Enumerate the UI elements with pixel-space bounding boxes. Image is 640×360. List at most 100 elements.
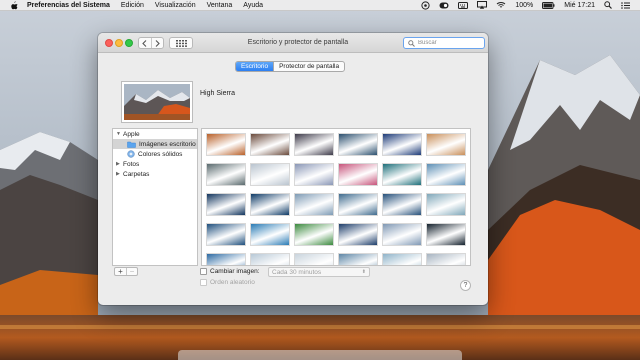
add-folder-button[interactable]: + — [115, 267, 126, 275]
chevron-right-icon — [155, 39, 160, 47]
color-wheel-icon — [127, 150, 135, 158]
siri-icon[interactable] — [421, 0, 430, 10]
title-bar[interactable]: Escritorio y protector de pantalla — [98, 33, 488, 53]
eye-icon[interactable] — [439, 2, 449, 9]
chevron-left-icon — [142, 39, 147, 47]
source-imagenes-label: Imágenes escritorio — [139, 140, 196, 148]
source-fotos-label: Fotos — [123, 160, 140, 168]
airplay-icon[interactable] — [477, 1, 488, 9]
search-input[interactable] — [418, 40, 480, 46]
wallpaper-thumbnail[interactable] — [294, 163, 334, 186]
interval-select[interactable]: Cada 30 minutos ⬍ — [268, 267, 370, 277]
apple-menu-icon[interactable] — [10, 0, 19, 10]
menu-app-name[interactable]: Preferencias del Sistema — [27, 2, 110, 9]
wallpaper-thumbnail[interactable] — [206, 193, 246, 216]
menu-edicion[interactable]: Edición — [121, 2, 144, 9]
keyboard-icon[interactable] — [458, 1, 469, 9]
help-button[interactable]: ? — [460, 280, 471, 291]
source-fotos[interactable]: ▶ Fotos — [113, 159, 197, 169]
wallpaper-thumbnail[interactable] — [250, 163, 290, 186]
wallpaper-thumbnail[interactable] — [382, 253, 422, 265]
wallpaper-thumbnail[interactable] — [426, 253, 466, 265]
wallpaper-thumbnail[interactable] — [382, 223, 422, 246]
wallpaper-thumbnail[interactable] — [426, 163, 466, 186]
wifi-icon[interactable] — [496, 1, 506, 9]
menu-visualizacion[interactable]: Visualización — [155, 2, 196, 9]
zoom-button[interactable] — [125, 39, 133, 47]
wallpaper-thumbnail[interactable] — [426, 193, 466, 216]
disclosure-closed-icon[interactable]: ▶ — [116, 171, 123, 177]
change-picture-label: Cambiar imagen: — [210, 268, 260, 275]
preferences-window: Escritorio y protector de pantalla Escri… — [98, 33, 488, 305]
menu-ventana[interactable]: Ventana — [207, 2, 233, 9]
grid-icon — [175, 39, 187, 47]
close-button[interactable] — [105, 39, 113, 47]
disclosure-open-icon[interactable]: ▼ — [116, 131, 123, 137]
minimize-button[interactable] — [115, 39, 123, 47]
clock[interactable]: Mié 17:21 — [564, 2, 595, 9]
wallpaper-preview-image — [124, 84, 190, 120]
current-wallpaper-preview — [121, 81, 193, 123]
source-apple-label: Apple — [123, 130, 140, 138]
menu-ayuda[interactable]: Ayuda — [243, 2, 263, 9]
back-forward-control — [138, 37, 164, 49]
battery-icon[interactable] — [542, 1, 555, 9]
window-title: Escritorio y protector de pantalla — [247, 39, 349, 46]
back-button[interactable] — [139, 38, 151, 48]
interval-select-value: Cada 30 minutos — [272, 268, 322, 276]
wallpaper-thumbnail[interactable] — [206, 163, 246, 186]
source-carpetas-label: Carpetas — [123, 170, 150, 178]
spotlight-icon[interactable] — [604, 1, 612, 9]
wallpaper-thumbnail[interactable] — [294, 253, 334, 265]
tab-bar: Escritorio Protector de pantalla — [235, 61, 346, 72]
wallpaper-thumbnail[interactable] — [338, 193, 378, 216]
wallpaper-thumbnail[interactable] — [206, 223, 246, 246]
current-wallpaper-name: High Sierra — [200, 90, 236, 97]
search-icon — [408, 39, 415, 47]
source-colores-solidos[interactable]: Colores sólidos — [113, 149, 197, 159]
wallpaper-thumbnail[interactable] — [338, 223, 378, 246]
source-list: ▼ Apple Imágenes escritorio Colores sóli… — [112, 128, 198, 266]
source-imagenes-escritorio[interactable]: Imágenes escritorio — [113, 139, 197, 149]
wallpaper-thumbnail[interactable] — [382, 193, 422, 216]
search-field[interactable] — [403, 37, 485, 49]
wallpaper-thumbnail[interactable] — [250, 133, 290, 156]
random-order-row: Orden aleatorio — [200, 279, 255, 286]
tab-protector-de-pantalla[interactable]: Protector de pantalla — [273, 62, 344, 71]
random-order-checkbox[interactable] — [200, 279, 207, 286]
change-picture-row: Cambiar imagen: — [200, 268, 260, 275]
forward-button[interactable] — [150, 38, 164, 48]
wallpaper-thumbnail[interactable] — [206, 253, 246, 265]
battery-percentage: 100% — [515, 1, 534, 9]
wallpaper-thumbnail[interactable] — [250, 253, 290, 265]
folder-icon — [127, 141, 136, 148]
dock — [178, 350, 462, 360]
add-remove-control: + − — [114, 267, 138, 276]
wallpaper-thumbnail[interactable] — [382, 163, 422, 186]
wallpaper-thumbnail[interactable] — [206, 133, 246, 156]
source-apple[interactable]: ▼ Apple — [113, 129, 197, 139]
updown-chevron-icon: ⬍ — [361, 269, 366, 275]
wallpaper-thumbnail[interactable] — [338, 163, 378, 186]
wallpaper-thumbnail[interactable] — [250, 223, 290, 246]
wallpaper-thumbnail[interactable] — [294, 223, 334, 246]
remove-folder-button[interactable]: − — [126, 267, 137, 275]
source-carpetas[interactable]: ▶ Carpetas — [113, 169, 197, 179]
wallpaper-thumbnail[interactable] — [294, 193, 334, 216]
menubar-status-area: 100% Mié 17:21 — [421, 0, 630, 10]
wallpaper-thumbnail[interactable] — [294, 133, 334, 156]
menu-bar: Preferencias del Sistema Edición Visuali… — [0, 0, 640, 11]
wallpaper-thumbnail[interactable] — [250, 193, 290, 216]
wallpaper-thumbnail[interactable] — [426, 223, 466, 246]
wallpaper-thumbnail[interactable] — [382, 133, 422, 156]
source-colores-label: Colores sólidos — [138, 150, 183, 158]
random-order-label: Orden aleatorio — [210, 279, 255, 286]
wallpaper-thumbnail[interactable] — [426, 133, 466, 156]
notification-center-icon[interactable] — [621, 1, 630, 9]
show-all-button[interactable] — [169, 37, 193, 49]
tab-escritorio[interactable]: Escritorio — [236, 62, 274, 71]
wallpaper-thumbnail[interactable] — [338, 253, 378, 265]
wallpaper-thumbnail[interactable] — [338, 133, 378, 156]
disclosure-closed-icon[interactable]: ▶ — [116, 161, 123, 167]
change-picture-checkbox[interactable] — [200, 268, 207, 275]
